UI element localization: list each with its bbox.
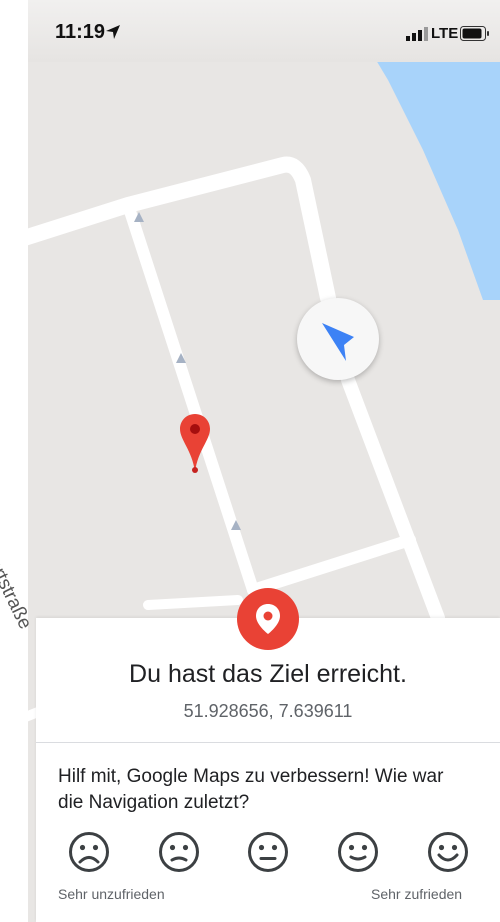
neutral-icon bbox=[248, 832, 288, 872]
destination-badge bbox=[237, 588, 299, 650]
rating-very-dissatisfied-button[interactable] bbox=[68, 831, 110, 873]
satisfied-icon bbox=[338, 832, 378, 872]
dissatisfied-icon bbox=[159, 832, 199, 872]
scale-low-label: Sehr unzufrieden bbox=[58, 886, 165, 902]
road-lower bbox=[143, 595, 243, 610]
rating-neutral-button[interactable] bbox=[247, 831, 289, 873]
feedback-question: Hilf mit, Google Maps zu verbessern! Wie… bbox=[58, 766, 444, 813]
rating-satisfied-button[interactable] bbox=[337, 831, 379, 873]
recenter-navigation-button[interactable] bbox=[297, 298, 379, 380]
network-type: LTE bbox=[431, 25, 459, 42]
scale-high-label: Sehr zufrieden bbox=[371, 886, 463, 902]
place-marker-icon bbox=[256, 604, 280, 634]
status-time: 11:19 bbox=[55, 21, 106, 43]
screen-edge bbox=[0, 0, 28, 922]
app-screen: 11:19 LTE ckertstraße Du hast das Ziel e… bbox=[0, 0, 500, 922]
navigation-arrow-icon bbox=[322, 323, 354, 361]
battery-icon bbox=[460, 26, 489, 41]
destination-pin-icon[interactable] bbox=[178, 412, 212, 476]
arrival-title: Du hast das Ziel erreicht. bbox=[129, 660, 407, 688]
signal-strength-icon bbox=[406, 27, 428, 41]
destination-coordinates: 51.928656, 7.639611 bbox=[183, 701, 353, 721]
divider bbox=[36, 742, 500, 743]
location-arrow-icon bbox=[106, 25, 120, 39]
rating-very-satisfied-button[interactable] bbox=[427, 831, 469, 873]
very-dissatisfied-icon bbox=[69, 832, 109, 872]
rating-dissatisfied-button[interactable] bbox=[158, 831, 200, 873]
very-satisfied-icon bbox=[428, 832, 468, 872]
